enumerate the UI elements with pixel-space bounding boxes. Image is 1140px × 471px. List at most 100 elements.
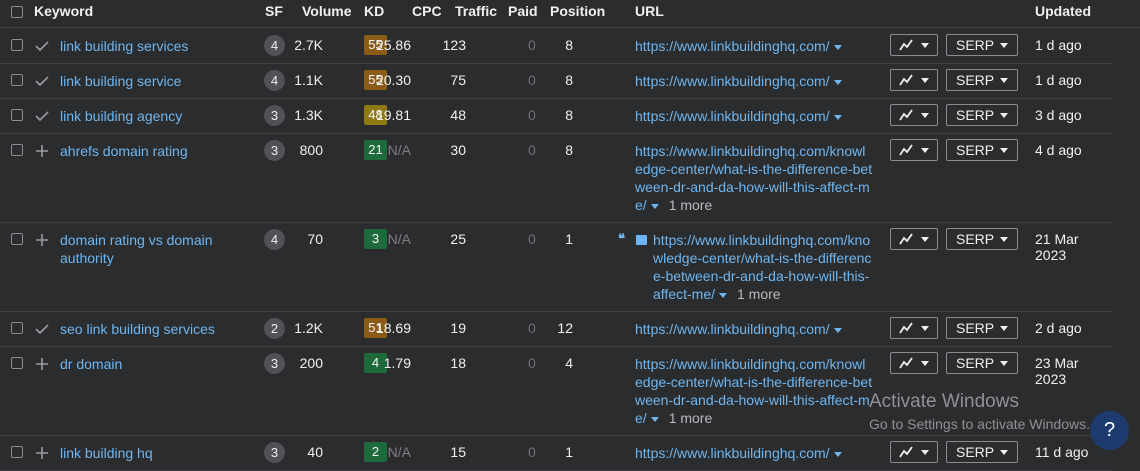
- chevron-down-icon: [921, 326, 929, 331]
- check-icon[interactable]: [35, 109, 49, 125]
- serp-features-count[interactable]: 3: [264, 105, 285, 126]
- updated-value: 23 Mar 2023: [1035, 355, 1079, 387]
- serp-button[interactable]: SERP: [946, 69, 1018, 91]
- trend-chart-icon: [899, 233, 913, 245]
- chevron-down-icon: [921, 237, 929, 242]
- check-icon[interactable]: [35, 39, 49, 55]
- serp-features-count[interactable]: 4: [264, 35, 285, 56]
- keyword-link[interactable]: link building agency: [60, 107, 235, 125]
- url-dropdown-icon[interactable]: [833, 327, 842, 333]
- col-position[interactable]: Position: [550, 3, 605, 19]
- position-value: 8: [565, 142, 573, 158]
- paid-value: 0: [528, 107, 536, 123]
- traffic-value: 25: [450, 231, 466, 247]
- url-dropdown-icon[interactable]: [833, 79, 842, 85]
- serp-features-count[interactable]: 3: [264, 442, 285, 463]
- serp-button[interactable]: SERP: [946, 34, 1018, 56]
- more-urls-link[interactable]: 1 more: [669, 410, 713, 426]
- url-dropdown-icon[interactable]: [650, 416, 659, 422]
- position-history-button[interactable]: [890, 34, 938, 56]
- cpc-value: N/A: [387, 444, 411, 460]
- traffic-value: 48: [450, 107, 466, 123]
- keyword-link[interactable]: seo link building services: [60, 320, 235, 338]
- updated-value: 3 d ago: [1035, 107, 1082, 123]
- updated-value: 2 d ago: [1035, 320, 1082, 336]
- col-url[interactable]: URL: [635, 3, 664, 19]
- serp-features-count[interactable]: 4: [264, 229, 285, 250]
- chevron-down-icon: [921, 148, 929, 153]
- ranking-url[interactable]: https://www.linkbuildinghq.com/knowledge…: [635, 142, 873, 214]
- position-history-button[interactable]: [890, 69, 938, 91]
- col-paid[interactable]: Paid: [508, 3, 538, 19]
- serp-button[interactable]: SERP: [946, 139, 1018, 161]
- url-dropdown-icon[interactable]: [833, 44, 842, 50]
- plus-icon[interactable]: [35, 446, 49, 463]
- col-cpc[interactable]: CPC: [412, 3, 442, 19]
- serp-button[interactable]: SERP: [946, 441, 1018, 463]
- ranking-url[interactable]: https://www.linkbuildinghq.com/: [635, 444, 873, 462]
- position-history-button[interactable]: [890, 317, 938, 339]
- keyword-link[interactable]: link building services: [60, 37, 235, 55]
- volume-value: 70: [307, 231, 323, 247]
- plus-icon[interactable]: [35, 357, 49, 374]
- url-dropdown-icon[interactable]: [833, 451, 842, 457]
- trend-chart-icon: [899, 446, 913, 458]
- row-checkbox[interactable]: [11, 322, 23, 334]
- plus-icon[interactable]: [35, 144, 49, 161]
- url-dropdown-icon[interactable]: [650, 203, 659, 209]
- serp-button-label: SERP: [956, 142, 995, 158]
- position-history-button[interactable]: [890, 441, 938, 463]
- keyword-link[interactable]: dr domain: [60, 355, 235, 373]
- serp-button[interactable]: SERP: [946, 317, 1018, 339]
- serp-features-count[interactable]: 3: [264, 353, 285, 374]
- url-dropdown-icon[interactable]: [719, 292, 727, 298]
- ranking-url[interactable]: https://www.linkbuildinghq.com/: [635, 320, 873, 338]
- serp-features-count[interactable]: 3: [264, 140, 285, 161]
- serp-button[interactable]: SERP: [946, 352, 1018, 374]
- check-icon[interactable]: [35, 322, 49, 338]
- serp-button[interactable]: SERP: [946, 104, 1018, 126]
- position-history-button[interactable]: [890, 104, 938, 126]
- col-updated[interactable]: Updated: [1035, 3, 1091, 19]
- traffic-value: 18: [450, 355, 466, 371]
- row-checkbox[interactable]: [11, 144, 23, 156]
- col-volume[interactable]: Volume: [302, 3, 352, 19]
- serp-features-count[interactable]: 2: [264, 318, 285, 339]
- position-history-button[interactable]: [890, 352, 938, 374]
- more-urls-link[interactable]: 1 more: [737, 286, 781, 302]
- chevron-down-icon: [921, 113, 929, 118]
- serp-features-count[interactable]: 4: [264, 70, 285, 91]
- row-checkbox[interactable]: [11, 74, 23, 86]
- serp-button[interactable]: SERP: [946, 228, 1018, 250]
- position-value: 8: [565, 37, 573, 53]
- url-dropdown-icon[interactable]: [833, 114, 842, 120]
- plus-icon[interactable]: [35, 233, 49, 250]
- select-all-checkbox[interactable]: [11, 6, 23, 18]
- more-urls-link[interactable]: 1 more: [669, 197, 713, 213]
- ranking-url[interactable]: https://www.linkbuildinghq.com/: [635, 37, 873, 55]
- ranking-url[interactable]: https://www.linkbuildinghq.com/knowledge…: [653, 231, 875, 303]
- ranking-url[interactable]: https://www.linkbuildinghq.com/: [635, 107, 873, 125]
- position-history-button[interactable]: [890, 139, 938, 161]
- check-icon[interactable]: [35, 74, 49, 90]
- keyword-link[interactable]: link building hq: [60, 444, 235, 462]
- row-checkbox[interactable]: [11, 357, 23, 369]
- row-checkbox[interactable]: [11, 39, 23, 51]
- row-checkbox[interactable]: [11, 233, 23, 245]
- keyword-link[interactable]: domain rating vs domain authority: [60, 231, 235, 267]
- keyword-link[interactable]: link building service: [60, 72, 235, 90]
- col-sf[interactable]: SF: [265, 3, 283, 19]
- keyword-link[interactable]: ahrefs domain rating: [60, 142, 235, 160]
- col-keyword[interactable]: Keyword: [34, 3, 93, 19]
- kd-badge: 3: [364, 229, 387, 249]
- cpc-value: 18.69: [375, 320, 411, 336]
- ranking-url[interactable]: https://www.linkbuildinghq.com/: [635, 72, 873, 90]
- col-traffic[interactable]: Traffic: [455, 3, 497, 19]
- position-history-button[interactable]: [890, 228, 938, 250]
- ranking-url[interactable]: https://www.linkbuildinghq.com/knowledge…: [635, 355, 873, 427]
- help-button[interactable]: ?: [1090, 411, 1129, 450]
- chevron-down-icon: [921, 78, 929, 83]
- row-checkbox[interactable]: [11, 109, 23, 121]
- row-checkbox[interactable]: [11, 446, 23, 458]
- col-kd[interactable]: KD: [364, 3, 384, 19]
